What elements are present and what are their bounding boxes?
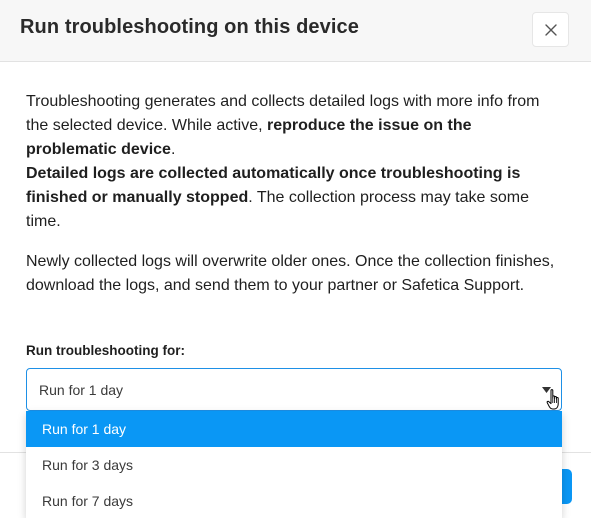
troubleshooting-dialog: Run troubleshooting on this device Troub… [0, 0, 591, 518]
duration-select-value: Run for 1 day [39, 382, 124, 398]
close-button[interactable] [532, 12, 569, 47]
description-paragraph: Troubleshooting generates and collects d… [26, 90, 566, 234]
duration-option-7-days[interactable]: Run for 7 days [26, 483, 562, 518]
duration-option-3-days[interactable]: Run for 3 days [26, 447, 562, 483]
overwrite-note-paragraph: Newly collected logs will overwrite olde… [26, 253, 555, 294]
dialog-header: Run troubleshooting on this device [0, 0, 591, 62]
description-text-2: . [170, 141, 176, 158]
close-icon [544, 23, 557, 36]
duration-label: Run troubleshooting for: [26, 343, 185, 358]
duration-option-1-day[interactable]: Run for 1 day [26, 411, 562, 447]
dialog-body: Troubleshooting generates and collects d… [26, 90, 566, 298]
dialog-title: Run troubleshooting on this device [20, 16, 359, 38]
hand-pointer-cursor-icon [546, 389, 559, 410]
duration-dropdown-menu: Run for 1 day Run for 3 days Run for 7 d… [26, 411, 562, 518]
dialog-footer [0, 453, 26, 518]
duration-select[interactable]: Run for 1 day [26, 368, 562, 411]
